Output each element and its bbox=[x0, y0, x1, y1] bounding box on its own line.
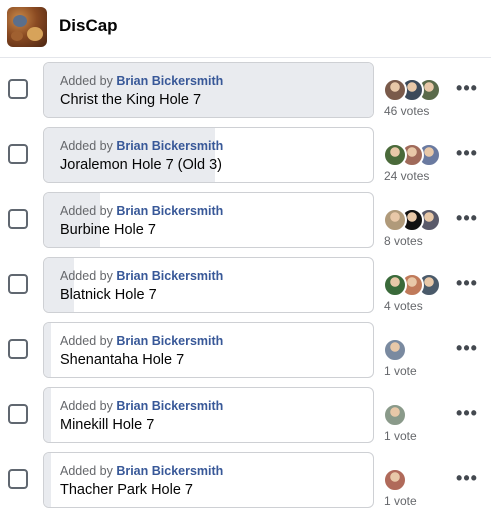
more-options-icon[interactable]: ••• bbox=[455, 339, 479, 357]
option-title: Blatnick Hole 7 bbox=[60, 287, 157, 303]
vote-count[interactable]: 46 votes bbox=[384, 104, 429, 118]
added-by-text: Added by Brian Bickersmith bbox=[60, 269, 223, 283]
more-options-icon[interactable]: ••• bbox=[455, 404, 479, 422]
poll-option-row: Added by Brian Bickersmith Minekill Hole … bbox=[0, 382, 491, 447]
poll-option-row: Added by Brian Bickersmith Burbine Hole 7… bbox=[0, 187, 491, 252]
voter-avatar[interactable] bbox=[383, 403, 407, 427]
voter-avatar[interactable] bbox=[383, 338, 407, 362]
added-by-text: Added by Brian Bickersmith bbox=[60, 464, 223, 478]
added-by-text: Added by Brian Bickersmith bbox=[60, 139, 223, 153]
vote-checkbox[interactable] bbox=[8, 79, 28, 99]
more-options-icon[interactable]: ••• bbox=[455, 209, 479, 227]
added-by-text: Added by Brian Bickersmith bbox=[60, 399, 223, 413]
option-title: Burbine Hole 7 bbox=[60, 222, 156, 238]
vote-checkbox[interactable] bbox=[8, 339, 28, 359]
poll-option[interactable]: Added by Brian Bickersmith Joralemon Hole… bbox=[43, 127, 374, 183]
poll-option-row: Added by Brian Bickersmith Thacher Park H… bbox=[0, 447, 491, 512]
group-name[interactable]: DisCap bbox=[59, 16, 118, 36]
group-avatar[interactable] bbox=[7, 7, 47, 47]
added-by-label: Added by bbox=[60, 464, 113, 478]
poll-header: DisCap bbox=[0, 0, 491, 58]
more-options-icon[interactable]: ••• bbox=[455, 144, 479, 162]
vote-checkbox[interactable] bbox=[8, 209, 28, 229]
added-by-label: Added by bbox=[60, 139, 113, 153]
author-link[interactable]: Brian Bickersmith bbox=[116, 204, 223, 218]
voter-avatar[interactable] bbox=[383, 78, 407, 102]
vote-share-bar bbox=[44, 193, 100, 247]
option-title: Minekill Hole 7 bbox=[60, 417, 155, 433]
added-by-label: Added by bbox=[60, 399, 113, 413]
option-title: Shenantaha Hole 7 bbox=[60, 352, 185, 368]
vote-checkbox[interactable] bbox=[8, 274, 28, 294]
vote-count[interactable]: 1 vote bbox=[384, 494, 417, 508]
poll-option[interactable]: Added by Brian Bickersmith Shenantaha Hol… bbox=[43, 322, 374, 378]
option-title: Christ the King Hole 7 bbox=[60, 92, 202, 108]
option-title: Thacher Park Hole 7 bbox=[60, 482, 193, 498]
poll-option[interactable]: Added by Brian Bickersmith Burbine Hole 7 bbox=[43, 192, 374, 248]
option-title: Joralemon Hole 7 (Old 3) bbox=[60, 157, 222, 173]
author-link[interactable]: Brian Bickersmith bbox=[116, 334, 223, 348]
vote-share-bar bbox=[44, 258, 74, 312]
vote-count[interactable]: 1 vote bbox=[384, 429, 417, 443]
poll-option[interactable]: Added by Brian Bickersmith Blatnick Hole … bbox=[43, 257, 374, 313]
voter-avatar[interactable] bbox=[383, 468, 407, 492]
vote-share-bar bbox=[44, 453, 51, 507]
added-by-label: Added by bbox=[60, 204, 113, 218]
vote-checkbox[interactable] bbox=[8, 469, 28, 489]
voter-avatar[interactable] bbox=[383, 273, 407, 297]
poll-option-row: Added by Brian Bickersmith Joralemon Hole… bbox=[0, 122, 491, 187]
vote-count[interactable]: 4 votes bbox=[384, 299, 423, 313]
vote-share-bar bbox=[44, 388, 51, 442]
author-link[interactable]: Brian Bickersmith bbox=[116, 269, 223, 283]
vote-share-bar bbox=[44, 128, 216, 182]
vote-share-bar bbox=[44, 63, 373, 117]
author-link[interactable]: Brian Bickersmith bbox=[116, 399, 223, 413]
author-link[interactable]: Brian Bickersmith bbox=[116, 74, 223, 88]
vote-checkbox[interactable] bbox=[8, 144, 28, 164]
added-by-label: Added by bbox=[60, 269, 113, 283]
added-by-text: Added by Brian Bickersmith bbox=[60, 204, 223, 218]
vote-checkbox[interactable] bbox=[8, 404, 28, 424]
added-by-label: Added by bbox=[60, 74, 113, 88]
vote-count[interactable]: 1 vote bbox=[384, 364, 417, 378]
author-link[interactable]: Brian Bickersmith bbox=[116, 139, 223, 153]
more-options-icon[interactable]: ••• bbox=[455, 274, 479, 292]
vote-count[interactable]: 8 votes bbox=[384, 234, 423, 248]
added-by-text: Added by Brian Bickersmith bbox=[60, 74, 223, 88]
vote-share-bar bbox=[44, 323, 51, 377]
poll-option[interactable]: Added by Brian Bickersmith Minekill Hole … bbox=[43, 387, 374, 443]
poll-option[interactable]: Added by Brian Bickersmith Christ the Kin… bbox=[43, 62, 374, 118]
poll-option-row: Added by Brian Bickersmith Christ the Kin… bbox=[0, 57, 491, 122]
voter-avatar[interactable] bbox=[383, 208, 407, 232]
more-options-icon[interactable]: ••• bbox=[455, 79, 479, 97]
added-by-label: Added by bbox=[60, 334, 113, 348]
poll-option-row: Added by Brian Bickersmith Blatnick Hole … bbox=[0, 252, 491, 317]
author-link[interactable]: Brian Bickersmith bbox=[116, 464, 223, 478]
voter-avatar[interactable] bbox=[383, 143, 407, 167]
poll-option-row: Added by Brian Bickersmith Shenantaha Hol… bbox=[0, 317, 491, 382]
poll-option[interactable]: Added by Brian Bickersmith Thacher Park H… bbox=[43, 452, 374, 508]
vote-count[interactable]: 24 votes bbox=[384, 169, 429, 183]
more-options-icon[interactable]: ••• bbox=[455, 469, 479, 487]
added-by-text: Added by Brian Bickersmith bbox=[60, 334, 223, 348]
